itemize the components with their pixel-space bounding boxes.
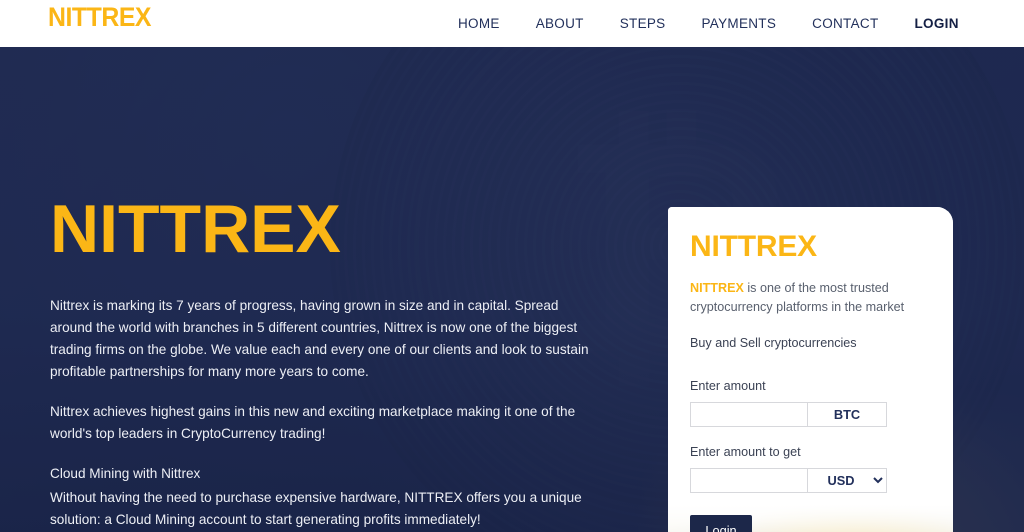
nav-item-login[interactable]: LOGIN xyxy=(897,16,977,31)
hero-paragraph-2: Nittrex achieves highest gains in this n… xyxy=(50,404,576,442)
hero-paragraph-3: Without having the need to purchase expe… xyxy=(50,490,582,528)
amount-to-get-label: Enter amount to get xyxy=(690,445,801,460)
amount-to-get-row: USD xyxy=(690,468,887,494)
amount-currency-btc[interactable]: BTC xyxy=(807,402,887,428)
hero-paragraph-1: Nittrex is marking its 7 years of progre… xyxy=(50,298,589,380)
exchange-card: NITTREX NITTREX is one of the most trust… xyxy=(668,207,953,532)
currency-select-usd[interactable]: USD xyxy=(807,468,887,494)
card-subtitle: Buy and Sell cryptocurrencies xyxy=(690,336,857,351)
hero-title: NITTREX xyxy=(50,191,341,267)
login-button[interactable]: Login xyxy=(690,515,752,532)
nav-item-contact[interactable]: CONTACT xyxy=(794,16,896,31)
nav-item-about[interactable]: ABOUT xyxy=(518,16,602,31)
cloud-mining-heading: Cloud Mining with Nittrex xyxy=(50,466,201,482)
site-header: NITTREX HOME ABOUT STEPS PAYMENTS CONTAC… xyxy=(0,0,1024,47)
amount-input[interactable] xyxy=(690,402,807,428)
card-body: NITTREX NITTREX is one of the most trust… xyxy=(668,207,953,532)
card-tagline: NITTREX is one of the most trusted crypt… xyxy=(690,279,931,319)
main-navigation: HOME ABOUT STEPS PAYMENTS CONTACT LOGIN xyxy=(440,0,977,47)
amount-label: Enter amount xyxy=(690,379,766,394)
card-tagline-brand: NITTREX xyxy=(690,280,744,295)
amount-row: BTC xyxy=(690,402,887,428)
card-title: NITTREX xyxy=(690,230,817,263)
nav-item-home[interactable]: HOME xyxy=(440,16,518,31)
page-root: NITTREX HOME ABOUT STEPS PAYMENTS CONTAC… xyxy=(0,0,1024,532)
site-logo[interactable]: NITTREX xyxy=(48,2,152,33)
hero-section: ₿ NITTREX Nittrex is marking its 7 years… xyxy=(0,47,1024,532)
amount-to-get-input[interactable] xyxy=(690,468,807,494)
nav-item-payments[interactable]: PAYMENTS xyxy=(683,16,794,31)
hero-copy: NITTREX Nittrex is marking its 7 years o… xyxy=(50,195,590,531)
nav-item-steps[interactable]: STEPS xyxy=(602,16,684,31)
